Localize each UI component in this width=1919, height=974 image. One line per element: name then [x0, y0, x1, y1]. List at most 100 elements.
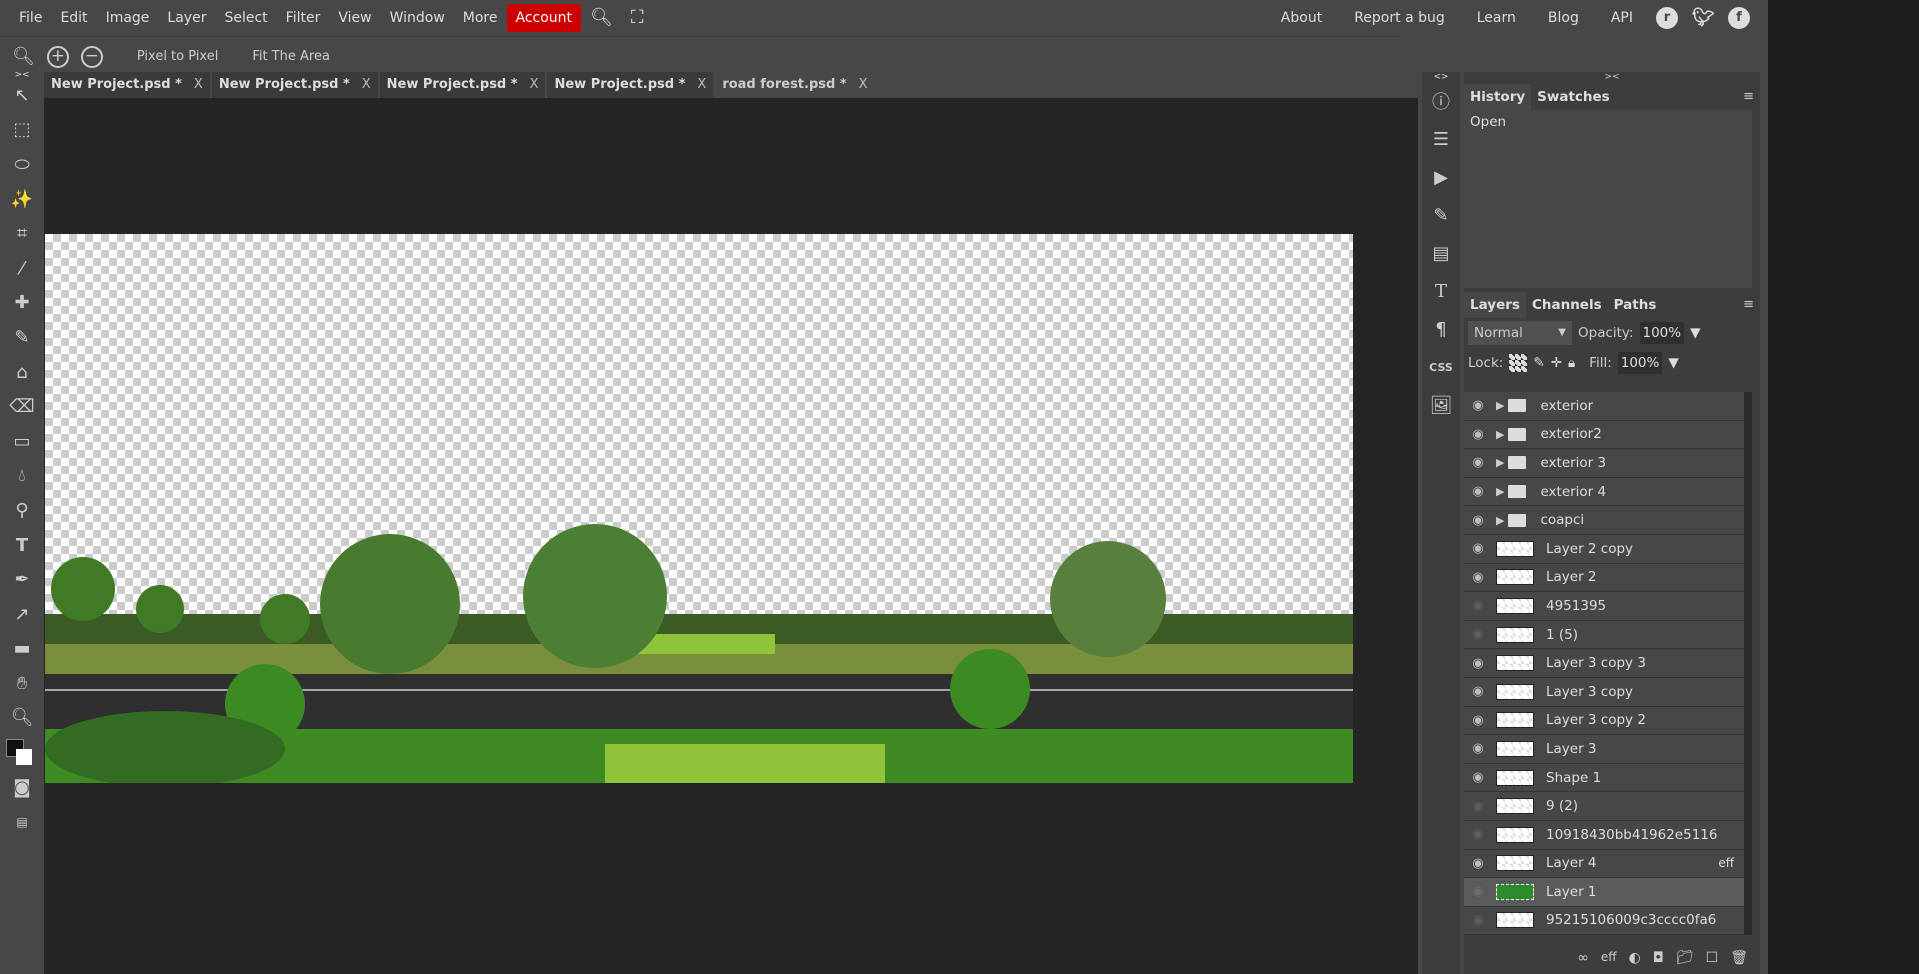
visibility-eye-icon[interactable]: ◉ [1464, 827, 1492, 842]
lock-all-icon[interactable]: 🔒︎ [1568, 355, 1575, 371]
paragraph-icon[interactable]: ¶ [1422, 310, 1460, 348]
tab-channels[interactable]: Channels [1526, 292, 1608, 318]
visibility-eye-icon[interactable]: ◉ [1464, 570, 1492, 585]
color-swatches[interactable] [0, 735, 44, 770]
eraser-tool-icon[interactable]: ⌫ [0, 389, 44, 424]
visibility-eye-icon[interactable]: ◉ [1464, 884, 1492, 899]
tab-document-1[interactable]: New Project.psd * X [44, 72, 210, 98]
visibility-eye-icon[interactable]: ◉ [1464, 598, 1492, 613]
layer-row[interactable]: ◉ ▶ exterior 3 [1464, 449, 1744, 478]
lock-move-icon[interactable]: ✛ [1551, 355, 1562, 371]
properties-icon[interactable]: ▤ [1422, 234, 1460, 272]
type-tool-icon[interactable]: T [0, 528, 44, 563]
layer-row[interactable]: ◉ Layer 3 copy 3 [1464, 649, 1744, 678]
layer-row[interactable]: ◉ Shape 1 [1464, 763, 1744, 793]
delete-layer-trash-icon[interactable]: 🗑︎ [1730, 950, 1748, 966]
image-icon[interactable]: 🖼︎ [1422, 386, 1460, 424]
tab-document-3[interactable]: New Project.psd * X [379, 72, 546, 98]
layer-row[interactable]: ◉ Layer 3 copy 2 [1464, 706, 1744, 736]
close-tab-icon[interactable]: X [859, 72, 868, 98]
pen-tool-icon[interactable]: ✒ [0, 562, 44, 597]
visibility-eye-icon[interactable]: ◉ [1464, 513, 1492, 528]
brush-settings-icon[interactable]: ✎ [1422, 196, 1460, 234]
brush-tool-icon[interactable]: ✎ [0, 320, 44, 355]
expand-arrow-icon[interactable]: ▶ [1496, 428, 1504, 441]
lock-paint-icon[interactable]: ✎ [1533, 355, 1544, 371]
layer-row[interactable]: ◉ 9 (2) [1464, 792, 1744, 821]
visibility-eye-icon[interactable]: ◉ [1464, 398, 1492, 413]
layer-row[interactable]: ◉ ▶ coapci [1464, 506, 1744, 535]
menu-file[interactable]: File [10, 4, 51, 32]
panel-collapse[interactable]: >< [1464, 72, 1760, 84]
move-tool-icon[interactable]: ↖ [0, 78, 44, 113]
visibility-eye-icon[interactable]: ◉ [1464, 856, 1492, 871]
close-tab-icon[interactable]: X [194, 72, 203, 98]
visibility-eye-icon[interactable]: ◉ [1464, 713, 1492, 728]
link-layers-icon[interactable]: ∞ [1577, 950, 1589, 966]
magic-wand-icon[interactable]: ✨ [0, 182, 44, 217]
fill-dropdown-icon[interactable]: ▼ [1668, 355, 1678, 371]
history-item[interactable]: Open [1470, 114, 1746, 130]
path-select-icon[interactable]: ↗ [0, 597, 44, 632]
visibility-eye-icon[interactable]: ◉ [1464, 770, 1492, 785]
stamp-tool-icon[interactable]: ⌂ [0, 355, 44, 390]
layer-row[interactable]: ◉ 4951395 [1464, 592, 1744, 621]
learn-link[interactable]: Learn [1468, 4, 1525, 32]
layer-row[interactable]: ◉ 1 (5) [1464, 620, 1744, 650]
visibility-eye-icon[interactable]: ◉ [1464, 684, 1492, 699]
visibility-eye-icon[interactable]: ◉ [1464, 541, 1492, 556]
tab-history[interactable]: History [1464, 84, 1532, 110]
layer-mask-icon[interactable]: ◘ [1653, 950, 1664, 966]
blog-link[interactable]: Blog [1539, 4, 1588, 32]
pixel-to-pixel-button[interactable]: Pixel to Pixel [137, 49, 218, 64]
menu-window[interactable]: Window [381, 4, 454, 32]
close-tab-icon[interactable]: X [697, 72, 706, 98]
visibility-eye-icon[interactable]: ◉ [1464, 913, 1492, 928]
lock-transparency-icon[interactable] [1509, 354, 1528, 372]
zoom-tool-icon[interactable]: 🔍︎ [0, 701, 44, 736]
healing-brush-icon[interactable]: ✚ [0, 286, 44, 321]
visibility-eye-icon[interactable]: ◉ [1464, 455, 1492, 470]
layer-row[interactable]: ◉ Layer 3 copy [1464, 677, 1744, 707]
new-group-folder-icon[interactable]: 📁︎ [1676, 950, 1694, 966]
layer-row[interactable]: ◉ Layer 3 [1464, 735, 1744, 764]
lasso-tool-icon[interactable]: ⬭ [0, 147, 44, 182]
layer-row[interactable]: ◉ 10918430bb41962e5116 [1464, 820, 1744, 850]
fullscreen-icon[interactable]: ⛶ [622, 4, 653, 32]
layer-row[interactable]: ◉ ▶ exterior [1464, 392, 1744, 421]
new-layer-icon[interactable]: ☐ [1706, 950, 1719, 966]
css-icon[interactable]: CSS [1422, 348, 1460, 386]
panel-menu-icon[interactable]: ≡ [1743, 297, 1754, 312]
fit-area-button[interactable]: Fit The Area [252, 49, 330, 64]
canvas-area[interactable] [44, 98, 1418, 974]
expand-arrow-icon[interactable]: ▶ [1496, 514, 1504, 527]
visibility-eye-icon[interactable]: ◉ [1464, 656, 1492, 671]
iconcol-collapse[interactable]: <> [1422, 72, 1460, 82]
search-icon[interactable]: 🔍︎ [581, 4, 622, 32]
visibility-eye-icon[interactable]: ◉ [1464, 799, 1492, 814]
menu-image[interactable]: Image [97, 4, 159, 32]
tab-layers[interactable]: Layers [1464, 292, 1526, 318]
expand-arrow-icon[interactable]: ▶ [1496, 399, 1504, 412]
about-link[interactable]: About [1272, 4, 1331, 32]
account-button[interactable]: Account [506, 4, 582, 32]
zoom-out-button[interactable]: − [80, 45, 103, 68]
marquee-tool-icon[interactable]: ⬚ [0, 113, 44, 148]
zoom-in-button[interactable]: + [46, 45, 69, 68]
gradient-tool-icon[interactable]: ▭ [0, 424, 44, 459]
tab-road-forest[interactable]: road forest.psd * X [715, 72, 875, 98]
layer-row[interactable]: ◉ ▶ exterior 4 [1464, 477, 1744, 507]
blur-tool-icon[interactable]: 💧︎ [0, 459, 44, 494]
layer-row[interactable]: ◉ Layer 4 eff [1464, 849, 1744, 879]
hand-tool-icon[interactable]: ✋︎ [0, 666, 44, 701]
visibility-eye-icon[interactable]: ◉ [1464, 427, 1492, 442]
twitter-icon[interactable]: 🐦︎ [1692, 7, 1715, 29]
close-tab-icon[interactable]: X [530, 72, 539, 98]
screen-mode-icon[interactable]: ▤ [0, 804, 44, 839]
close-tab-icon[interactable]: X [362, 72, 371, 98]
menu-more[interactable]: More [454, 4, 507, 32]
facebook-icon[interactable]: f [1728, 7, 1750, 29]
menu-select[interactable]: Select [215, 4, 276, 32]
crop-tool-icon[interactable]: ⌗ [0, 216, 44, 251]
layer-row[interactable]: ◉ Layer 2 copy [1464, 534, 1744, 564]
